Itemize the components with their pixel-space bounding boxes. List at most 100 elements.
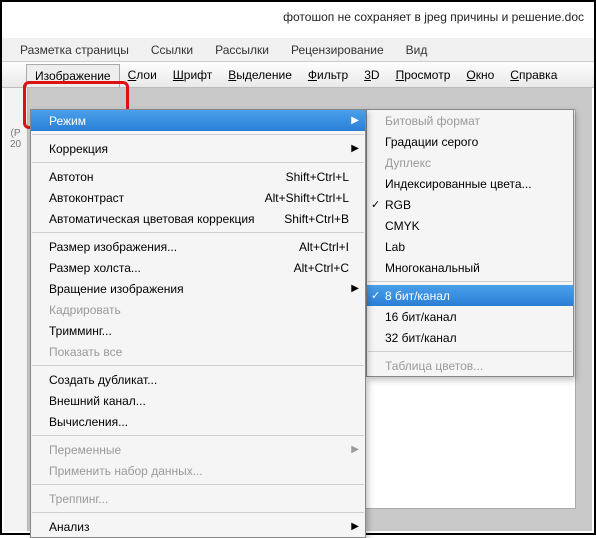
- menuitem-lab[interactable]: Lab: [367, 236, 573, 257]
- menuitem-variables: Переменные▶: [31, 439, 365, 460]
- menuitem-colortable: Таблица цветов...: [367, 355, 573, 376]
- menuitem-label: Многоканальный: [385, 261, 557, 275]
- menuitem-label: Треппинг...: [49, 492, 349, 506]
- shortcut: Shift+Ctrl+B: [276, 212, 349, 226]
- menu-3d[interactable]: 3D: [356, 64, 387, 86]
- menuitem-analysis[interactable]: Анализ▶: [31, 516, 365, 537]
- tab-links[interactable]: Ссылки: [151, 43, 193, 57]
- menuitem-label: 16 бит/канал: [385, 310, 557, 324]
- submenu-arrow-icon: ▶: [351, 143, 359, 154]
- menuitem-duplicate[interactable]: Создать дубликат...: [31, 369, 365, 390]
- menuitem-label: Применить набор данных...: [49, 464, 349, 478]
- tab-view[interactable]: Вид: [406, 43, 428, 57]
- menuitem-label: 32 бит/канал: [385, 331, 557, 345]
- menuitem-label: RGB: [385, 198, 557, 212]
- menuitem-16bit[interactable]: 16 бит/канал: [367, 306, 573, 327]
- menuitem-cmyk[interactable]: CMYK: [367, 215, 573, 236]
- separator: [368, 281, 572, 282]
- menuitem-gray[interactable]: Градации серого: [367, 131, 573, 152]
- menuitem-indexed[interactable]: Индексированные цвета...: [367, 173, 573, 194]
- menuitem-label: Вычисления...: [49, 415, 349, 429]
- menu-window[interactable]: Окно: [458, 64, 502, 86]
- menuitem-canvassize[interactable]: Размер холста...Alt+Ctrl+C: [31, 257, 365, 278]
- menuitem-label: Дуплекс: [385, 156, 557, 170]
- menuitem-label: Тримминг...: [49, 324, 349, 338]
- ribbon-tabs: Разметка страницы Ссылки Рассылки Реценз…: [2, 38, 594, 62]
- separator: [368, 351, 572, 352]
- mode-submenu: Битовый формат Градации серого Дуплекс И…: [366, 109, 574, 377]
- menuitem-label: Переменные: [49, 443, 349, 457]
- menuitem-reveal: Показать все: [31, 341, 365, 362]
- menuitem-label: Автоматическая цветовая коррекция: [49, 212, 276, 226]
- menu-help[interactable]: Справка: [502, 64, 565, 86]
- separator: [32, 435, 364, 436]
- submenu-arrow-icon: ▶: [351, 444, 359, 455]
- menuitem-label: Битовый формат: [385, 114, 557, 128]
- menuitem-crop: Кадрировать: [31, 299, 365, 320]
- shortcut: Alt+Shift+Ctrl+L: [257, 191, 349, 205]
- menuitem-label: Lab: [385, 240, 557, 254]
- menuitem-autocontrast[interactable]: АвтоконтрастAlt+Shift+Ctrl+L: [31, 187, 365, 208]
- menuitem-label: Вращение изображения: [49, 282, 349, 296]
- image-menu-dropdown: Режим ▶ Коррекция ▶ АвтотонShift+Ctrl+L …: [30, 109, 366, 538]
- title-bar: фотошоп не сохраняет в jpeg причины и ре…: [2, 2, 594, 38]
- menuitem-8bit[interactable]: ✓ 8 бит/канал: [367, 285, 573, 306]
- menuitem-label: CMYK: [385, 219, 557, 233]
- menuitem-autotone[interactable]: АвтотонShift+Ctrl+L: [31, 166, 365, 187]
- menu-select[interactable]: Выделение: [220, 64, 300, 86]
- separator: [32, 484, 364, 485]
- tab-layout[interactable]: Разметка страницы: [20, 43, 129, 57]
- separator: [32, 134, 364, 135]
- separator: [32, 162, 364, 163]
- menuitem-apply[interactable]: Внешний канал...: [31, 390, 365, 411]
- shortcut: Alt+Ctrl+I: [291, 240, 349, 254]
- menuitem-32bit[interactable]: 32 бит/канал: [367, 327, 573, 348]
- submenu-arrow-icon: ▶: [351, 521, 359, 532]
- menuitem-rgb[interactable]: ✓ RGB: [367, 194, 573, 215]
- menu-view[interactable]: Просмотр: [388, 64, 459, 86]
- separator: [32, 232, 364, 233]
- menuitem-trim[interactable]: Тримминг...: [31, 320, 365, 341]
- menuitem-label: Размер изображения...: [49, 240, 291, 254]
- submenu-arrow-icon: ▶: [351, 115, 359, 126]
- menuitem-rotation[interactable]: Вращение изображения▶: [31, 278, 365, 299]
- menu-image[interactable]: Изображение: [26, 64, 120, 87]
- menuitem-calc[interactable]: Вычисления...: [31, 411, 365, 432]
- check-icon: ✓: [371, 289, 380, 302]
- tab-review[interactable]: Рецензирование: [291, 43, 384, 57]
- menuitem-label: Индексированные цвета...: [385, 177, 557, 191]
- menuitem-mode-label: Режим: [49, 114, 349, 128]
- menuitem-mode[interactable]: Режим ▶: [31, 110, 365, 131]
- menuitem-imagesize[interactable]: Размер изображения...Alt+Ctrl+I: [31, 236, 365, 257]
- document-title: фотошоп не сохраняет в jpeg причины и ре…: [283, 10, 584, 24]
- submenu-arrow-icon: ▶: [351, 283, 359, 294]
- menuitem-label: Показать все: [49, 345, 349, 359]
- menuitem-label: Коррекция: [49, 142, 349, 156]
- menuitem-label: Автоконтраст: [49, 191, 257, 205]
- menuitem-label: Градации серого: [385, 135, 557, 149]
- menuitem-label: Внешний канал...: [49, 394, 349, 408]
- menuitem-adjustments[interactable]: Коррекция ▶: [31, 138, 365, 159]
- menu-type[interactable]: Шрифт: [165, 64, 220, 86]
- menuitem-multi[interactable]: Многоканальный: [367, 257, 573, 278]
- menuitem-autocolor[interactable]: Автоматическая цветовая коррекцияShift+C…: [31, 208, 365, 229]
- menuitem-label: Автотон: [49, 170, 278, 184]
- menuitem-label: Анализ: [49, 520, 349, 534]
- shortcut: Shift+Ctrl+L: [278, 170, 349, 184]
- photoshop-menubar: Изображение Слои Шрифт Выделение Фильтр …: [2, 62, 594, 88]
- check-icon: ✓: [371, 198, 380, 211]
- menu-filter[interactable]: Фильтр: [300, 64, 356, 86]
- separator: [32, 512, 364, 513]
- menuitem-label: 8 бит/канал: [385, 289, 557, 303]
- shortcut: Alt+Ctrl+C: [286, 261, 349, 275]
- tab-mailings[interactable]: Рассылки: [215, 43, 269, 57]
- ruler-left: (Р 20: [4, 88, 28, 531]
- menuitem-label: Таблица цветов...: [385, 359, 557, 373]
- separator: [32, 365, 364, 366]
- menuitem-label: Размер холста...: [49, 261, 286, 275]
- menuitem-label: Кадрировать: [49, 303, 349, 317]
- menuitem-label: Создать дубликат...: [49, 373, 349, 387]
- menu-layers[interactable]: Слои: [120, 64, 165, 86]
- menuitem-duotone: Дуплекс: [367, 152, 573, 173]
- menuitem-bitmap: Битовый формат: [367, 110, 573, 131]
